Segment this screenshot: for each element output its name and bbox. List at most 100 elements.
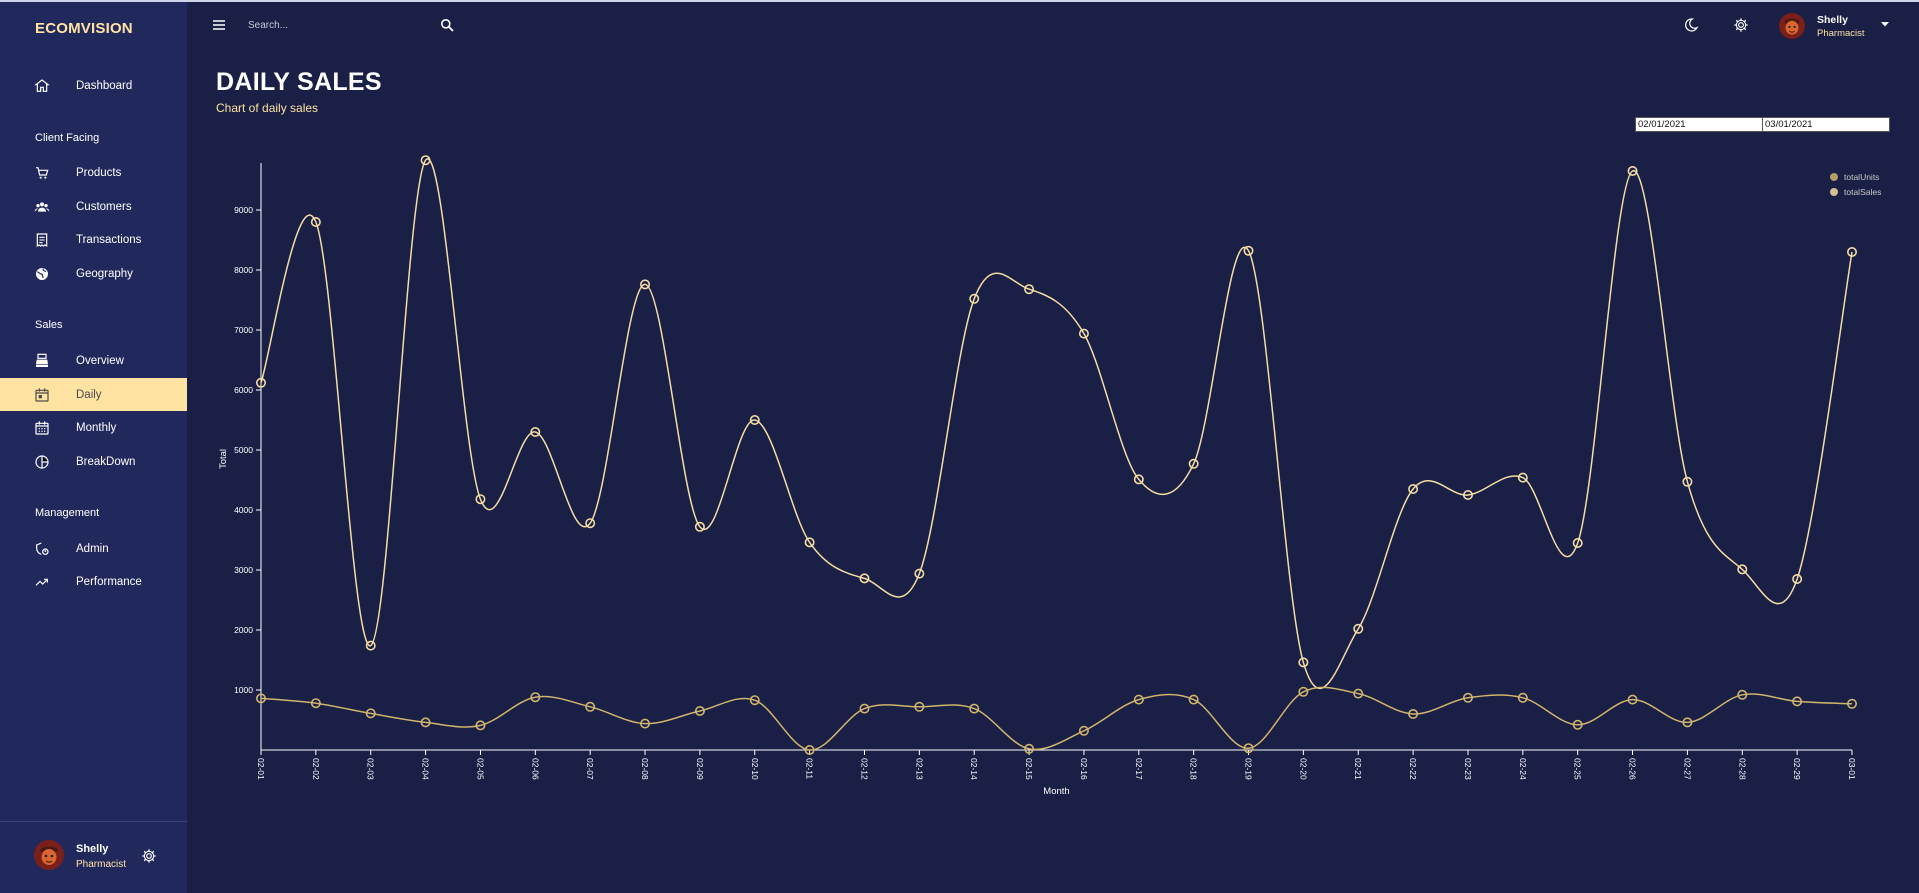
x-tick-label: 02-06: [530, 758, 540, 780]
x-tick-label: 02-16: [1079, 758, 1089, 780]
x-tick-label: 02-17: [1134, 758, 1144, 780]
sidebar-item-dashboard[interactable]: Dashboard: [0, 69, 187, 102]
sidebar-item-overview[interactable]: Overview: [0, 344, 187, 377]
brand-logo[interactable]: ECOMVISION: [35, 20, 133, 37]
sidebar-item-label: Admin: [76, 542, 109, 555]
x-tick-label: 02-03: [366, 758, 376, 780]
sidebar-item-label: Performance: [76, 575, 142, 588]
sidebar-item-daily[interactable]: Daily: [0, 378, 187, 411]
x-axis-label: Month: [1043, 786, 1069, 797]
sidebar-item-breakdown[interactable]: BreakDown: [0, 445, 187, 478]
x-tick-label: 02-12: [859, 758, 869, 780]
avatar[interactable]: [1779, 13, 1805, 39]
start-date-input[interactable]: [1635, 117, 1763, 132]
x-tick-label: 02-01: [256, 758, 266, 780]
x-tick-label: 02-13: [914, 758, 924, 780]
y-tick-label: 1000: [234, 685, 253, 695]
search-input[interactable]: [242, 14, 452, 36]
page-subtitle: Chart of daily sales: [216, 101, 319, 115]
sidebar-item-label: Customers: [76, 200, 132, 213]
cart-icon: [36, 167, 49, 179]
x-tick-label: 02-20: [1298, 758, 1308, 780]
calendar-today-icon: [35, 388, 49, 402]
x-tick-label: 02-25: [1573, 758, 1583, 780]
gear-icon[interactable]: [141, 848, 157, 864]
x-tick-label: 02-05: [475, 758, 485, 780]
x-tick-label: 02-27: [1682, 758, 1692, 780]
search-icon[interactable]: [440, 18, 454, 32]
sidebar-item-performance[interactable]: Performance: [0, 565, 187, 598]
sidebar-divider: [0, 821, 187, 822]
x-tick-label: 02-21: [1353, 758, 1363, 780]
legend-marker-totalUnits: [1830, 173, 1838, 181]
sidebar-item-label: Products: [76, 166, 122, 179]
admin-icon: [36, 542, 49, 555]
sidebar-section-sales: Sales: [35, 319, 63, 331]
y-tick-label: 8000: [234, 265, 253, 275]
sidebar-item-label: Overview: [76, 354, 124, 367]
user-name[interactable]: Shelly: [1817, 14, 1848, 26]
x-tick-label: 02-23: [1463, 758, 1473, 780]
sidebar-item-monthly[interactable]: Monthly: [0, 411, 187, 444]
y-tick-label: 9000: [234, 205, 253, 215]
series-line-totalUnits: [260, 686, 1853, 751]
legend-label-totalSales: totalSales: [1844, 187, 1881, 197]
chevron-down-icon[interactable]: [1880, 20, 1890, 28]
daily-sales-chart: 1000 2000 3000 4000 5000 6000 7000 8000 9000 02-0…: [218, 155, 1881, 797]
x-tick-label: 02-22: [1408, 758, 1418, 780]
window-top-border: [0, 0, 1919, 2]
sidebar-item-label: Transactions: [76, 233, 142, 246]
sidebar-item-label: Geography: [76, 267, 133, 280]
y-axis-label: Total: [218, 449, 229, 469]
sidebar-item-label: BreakDown: [76, 455, 136, 468]
sidebar-item-label: Monthly: [76, 421, 117, 434]
y-tick-label: 2000: [234, 625, 253, 635]
avatar[interactable]: [34, 840, 64, 870]
x-tick-label: 02-29: [1792, 758, 1802, 780]
user-name: Shelly: [76, 843, 109, 855]
legend-label-totalUnits: totalUnits: [1844, 172, 1879, 182]
point-of-sale-icon: [36, 353, 48, 367]
sidebar-item-label: Dashboard: [76, 79, 133, 92]
sidebar-item-admin[interactable]: Admin: [0, 532, 187, 565]
sidebar-item-transactions[interactable]: Transactions: [0, 223, 187, 256]
x-tick-label: 02-10: [750, 758, 760, 780]
sidebar-item-products[interactable]: Products: [0, 156, 187, 189]
sidebar-section-management: Management: [35, 507, 100, 519]
sidebar-item-geography[interactable]: Geography: [0, 257, 187, 290]
sidebar: ECOMVISION Dashboard Client Facing Produ…: [0, 2, 187, 893]
page-title: DAILY SALES: [216, 68, 382, 96]
sidebar-item-label: Daily: [76, 388, 102, 401]
x-tick-label: 02-11: [805, 758, 815, 779]
calendar-month-icon: [35, 421, 49, 435]
x-tick-label: 02-18: [1189, 758, 1199, 780]
settings-icon[interactable]: [1733, 17, 1749, 33]
y-tick-label: 7000: [234, 325, 253, 335]
x-tick-label: 02-09: [695, 758, 705, 780]
globe-icon: [36, 268, 48, 280]
menu-icon[interactable]: [212, 18, 226, 32]
pie-chart-icon: [35, 455, 49, 469]
x-tick-label: 02-24: [1518, 758, 1528, 780]
sidebar-section-client-facing: Client Facing: [35, 132, 100, 144]
x-tick-label: 02-07: [585, 758, 595, 780]
end-date-input[interactable]: [1762, 117, 1890, 132]
x-tick-label: 02-15: [1024, 758, 1034, 780]
y-tick-label: 3000: [234, 565, 253, 575]
user-role: Pharmacist: [1817, 28, 1865, 39]
trending-up-icon: [35, 578, 48, 586]
dark-mode-icon[interactable]: [1683, 17, 1699, 33]
x-tick-label: 02-08: [640, 758, 650, 780]
y-tick-label: 6000: [234, 385, 253, 395]
sidebar-item-customers[interactable]: Customers: [0, 190, 187, 223]
home-icon: [34, 79, 50, 92]
legend-marker-totalSales: [1830, 188, 1838, 196]
x-tick-label: 02-04: [421, 758, 431, 780]
series-line-totalSales: [260, 158, 1853, 690]
x-tick-label: 02-26: [1628, 758, 1638, 780]
x-tick-label: 02-02: [311, 758, 321, 780]
x-tick-label: 03-01: [1847, 758, 1857, 780]
groups-icon: [34, 202, 50, 212]
x-tick-label: 02-28: [1737, 758, 1747, 780]
receipt-icon: [36, 233, 48, 248]
